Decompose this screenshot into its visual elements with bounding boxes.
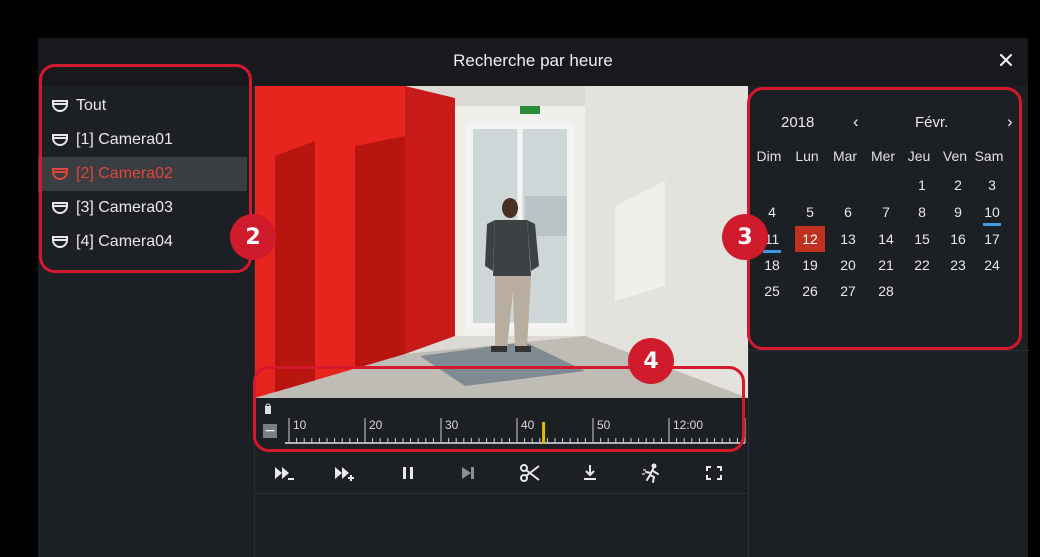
calendar-year: 2018: [781, 114, 815, 131]
timeline-scale[interactable]: − 10 20 30 40 50 12:00: [255, 398, 748, 456]
weekday-header: Sam: [974, 148, 1004, 164]
timeline-label: 12:00: [673, 418, 703, 432]
calendar-day[interactable]: 9: [943, 199, 973, 225]
calendar-day[interactable]: 22: [907, 252, 937, 278]
weekday-header: Lun: [795, 148, 819, 164]
camera-list: Tout [1] Camera01 [2] Camera02 [3] Camer…: [38, 86, 255, 557]
callout-badge-4: 4: [628, 338, 674, 384]
timeline-label: 20: [369, 418, 383, 432]
camera-label: [1] Camera01: [76, 131, 173, 148]
timeline-label: 10: [293, 418, 307, 432]
callout-badge-2: 2: [230, 214, 276, 260]
camera-label: Tout: [76, 97, 107, 114]
smart-search-button[interactable]: [639, 461, 665, 485]
camera-frame-image: [255, 86, 748, 398]
dome-camera-icon: [52, 100, 68, 112]
next-frame-icon: [462, 467, 474, 479]
download-button[interactable]: [577, 461, 603, 485]
window-title: Recherche par heure: [453, 51, 613, 70]
camera-item-all[interactable]: Tout: [38, 89, 247, 123]
controls-divider: [255, 493, 748, 494]
calendar-day[interactable]: 21: [871, 252, 901, 278]
weekday-header: Mar: [832, 148, 858, 164]
calendar-day[interactable]: 3: [977, 172, 1007, 198]
camera-label: [2] Camera02: [76, 165, 173, 182]
calendar-day[interactable]: 16: [943, 226, 973, 252]
download-icon: [584, 465, 596, 480]
camera-item-camera03[interactable]: [3] Camera03: [38, 191, 247, 225]
calendar-day[interactable]: 14: [871, 226, 901, 252]
calendar-day[interactable]: 2: [943, 172, 973, 198]
close-icon[interactable]: [998, 52, 1014, 68]
next-month-button[interactable]: ›: [1007, 112, 1013, 132]
fullscreen-button[interactable]: [701, 461, 727, 485]
previous-month-button[interactable]: ‹: [853, 112, 859, 132]
camera-item-camera01[interactable]: [1] Camera01: [38, 123, 247, 157]
fullscreen-icon: [706, 466, 722, 480]
slow-forward-icon: [275, 467, 294, 480]
zoom-out-label: −: [264, 423, 276, 439]
calendar-day[interactable]: 19: [795, 252, 825, 278]
scissors-icon: [520, 464, 540, 482]
next-frame-button[interactable]: [455, 461, 481, 485]
calendar-month: Févr.: [915, 114, 949, 131]
calendar-day[interactable]: 26: [795, 278, 825, 304]
dome-camera-icon: [52, 236, 68, 248]
calendar-day[interactable]: 6: [833, 199, 863, 225]
calendar-day[interactable]: 25: [757, 278, 787, 304]
motion-person-icon: [642, 463, 659, 483]
dome-camera-icon: [52, 168, 68, 180]
calendar-divider: [749, 350, 1029, 351]
playback-controls: [255, 456, 748, 490]
calendar-day[interactable]: 8: [907, 199, 937, 225]
timeline-label: 40: [521, 418, 535, 432]
calendar-day[interactable]: 17: [977, 226, 1007, 252]
pause-button[interactable]: [395, 461, 421, 485]
pause-icon: [403, 467, 413, 479]
fast-forward-button[interactable]: [331, 461, 357, 485]
timeline-label: 30: [445, 418, 459, 432]
timeline-label: 50: [597, 418, 611, 432]
calendar-day[interactable]: 15: [907, 226, 937, 252]
video-playback-view[interactable]: [255, 86, 748, 398]
camera-label: [3] Camera03: [76, 199, 173, 216]
clip-button[interactable]: [517, 461, 543, 485]
timeline[interactable]: − 10 20 30 40 50 12:00: [255, 398, 748, 456]
calendar-day[interactable]: 5: [795, 199, 825, 225]
camera-item-camera02[interactable]: [2] Camera02: [38, 157, 247, 191]
calendar-day[interactable]: 27: [833, 278, 863, 304]
calendar-day[interactable]: 12: [795, 226, 825, 252]
callout-badge-3: 3: [722, 214, 768, 260]
calendar-day[interactable]: 28: [871, 278, 901, 304]
title-bar: Recherche par heure: [38, 38, 1028, 86]
calendar-day[interactable]: 13: [833, 226, 863, 252]
time-cursor[interactable]: [542, 422, 546, 444]
camera-label: [4] Camera04: [76, 233, 173, 250]
search-by-time-window: Recherche par heure Tout [1] Camera01 [2…: [38, 38, 1029, 557]
calendar-day[interactable]: 1: [907, 172, 937, 198]
dome-camera-icon: [52, 134, 68, 146]
calendar-day[interactable]: 7: [871, 199, 901, 225]
calendar-day[interactable]: 24: [977, 252, 1007, 278]
camera-item-camera04[interactable]: [4] Camera04: [38, 225, 247, 259]
fast-forward-icon: [335, 467, 354, 481]
calendar-day[interactable]: 23: [943, 252, 973, 278]
weekday-header: Jeu: [907, 148, 931, 164]
dome-camera-icon: [52, 202, 68, 214]
weekday-header: Dim: [756, 148, 782, 164]
weekday-header: Mer: [870, 148, 896, 164]
slow-playback-button[interactable]: [271, 461, 297, 485]
calendar-day[interactable]: 18: [757, 252, 787, 278]
calendar-day[interactable]: 20: [833, 252, 863, 278]
calendar: 2018 ‹ Févr. › Dim Lun Mar Mer Jeu Ven Sam 123…: [748, 86, 1029, 557]
calendar-day[interactable]: 10: [977, 199, 1007, 226]
